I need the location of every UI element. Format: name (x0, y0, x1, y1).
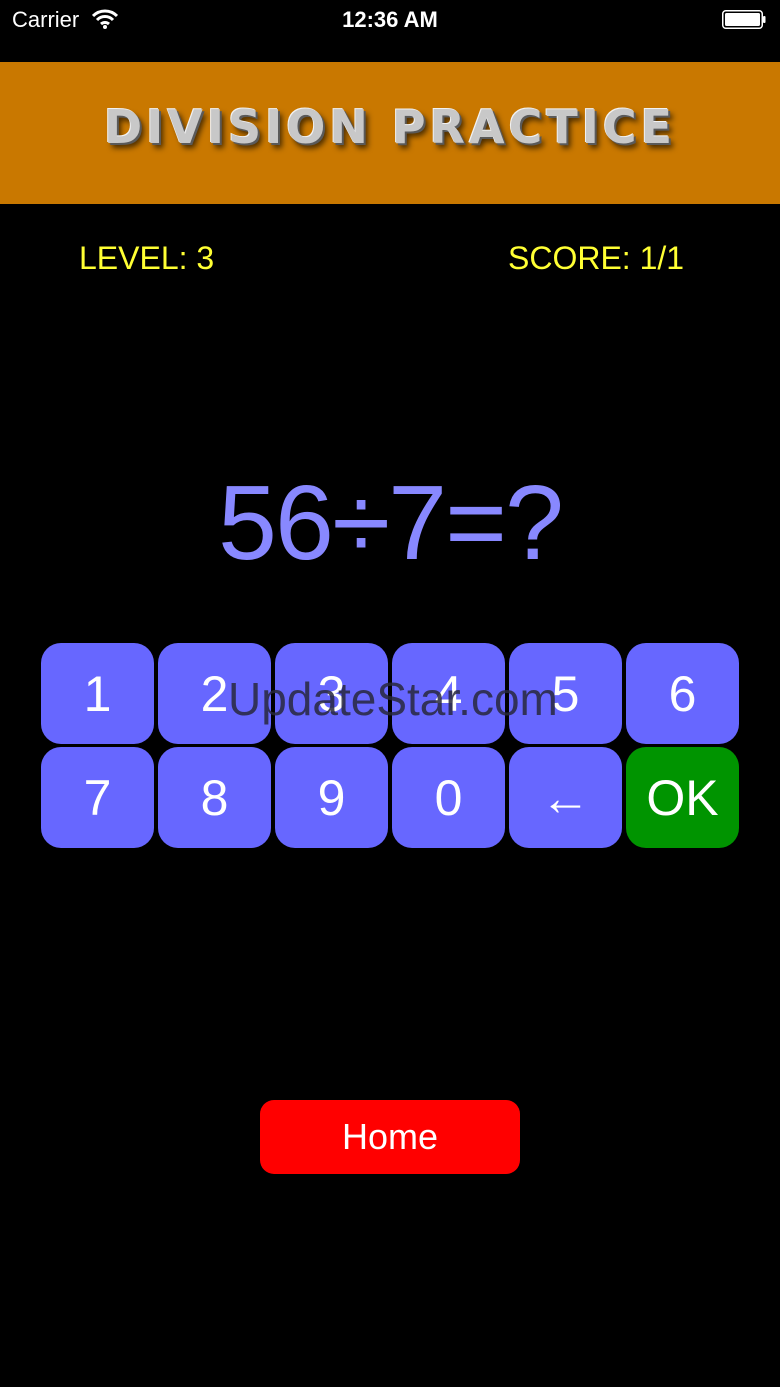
key-7[interactable]: 7 (41, 747, 154, 848)
key-5[interactable]: 5 (509, 643, 622, 744)
key-3[interactable]: 3 (275, 643, 388, 744)
battery-icon (722, 10, 766, 29)
key-8[interactable]: 8 (158, 747, 271, 848)
division-problem: 56÷7=? (218, 464, 564, 582)
key-4[interactable]: 4 (392, 643, 505, 744)
app-title: DIVISION PRACTICE (103, 100, 677, 154)
number-keypad: 1 2 3 4 5 6 7 8 9 0 ← OK (41, 643, 739, 848)
status-bar: Carrier 12:36 AM (0, 0, 780, 40)
status-time: 12:36 AM (342, 7, 438, 32)
key-1[interactable]: 1 (41, 643, 154, 744)
key-6[interactable]: 6 (626, 643, 739, 744)
score-label: SCORE: 1/1 (508, 240, 685, 276)
ok-button[interactable]: OK (626, 747, 739, 848)
key-2[interactable]: 2 (158, 643, 271, 744)
key-9[interactable]: 9 (275, 747, 388, 848)
backspace-key[interactable]: ← (509, 747, 622, 848)
level-label: LEVEL: 3 (79, 240, 215, 276)
key-0[interactable]: 0 (392, 747, 505, 848)
home-button[interactable]: Home (260, 1100, 520, 1174)
